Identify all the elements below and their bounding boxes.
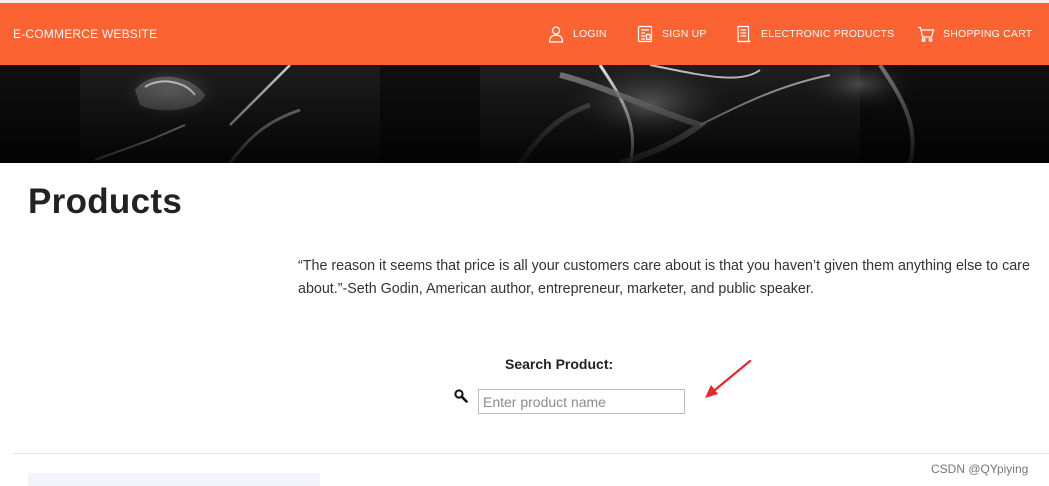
nav-shopping-cart[interactable]: SHOPPING CART [917,23,1032,45]
hero-banner-image [0,65,1049,163]
nav-login[interactable]: LOGIN [547,23,607,45]
navbar: E-COMMERCE WEBSITE LOGIN SIGN UP ELECTRO… [0,3,1049,65]
red-arrow-icon [705,359,752,398]
nav-login-label: LOGIN [573,28,607,40]
nav-signup[interactable]: SIGN UP [636,23,707,45]
search-label: Search Product: [505,356,614,372]
cart-icon [918,26,935,42]
nav-electronic-products[interactable]: ELECTRONIC PRODUCTS [735,23,894,45]
product-image-placeholder [28,473,320,486]
register-icon [637,25,653,43]
user-icon [548,26,564,43]
brand-link[interactable]: E-COMMERCE WEBSITE [13,27,157,41]
quote-text: “The reason it seems that price is all y… [298,255,1049,301]
quote-line: about.”-Seth Godin, American author, ent… [298,281,814,297]
nav-electronic-products-label: ELECTRONIC PRODUCTS [761,28,895,40]
section-divider [13,453,1049,454]
nav-shopping-cart-label: SHOPPING CART [943,28,1033,40]
search-input[interactable] [478,389,685,414]
quote-line: “The reason it seems that price is all y… [298,258,1030,274]
page-title: Products [28,182,183,221]
nav-signup-label: SIGN UP [662,28,707,40]
document-icon [737,25,751,43]
magnifier-icon [454,389,468,403]
watermark-text: CSDN @QYpiying [931,462,1029,476]
